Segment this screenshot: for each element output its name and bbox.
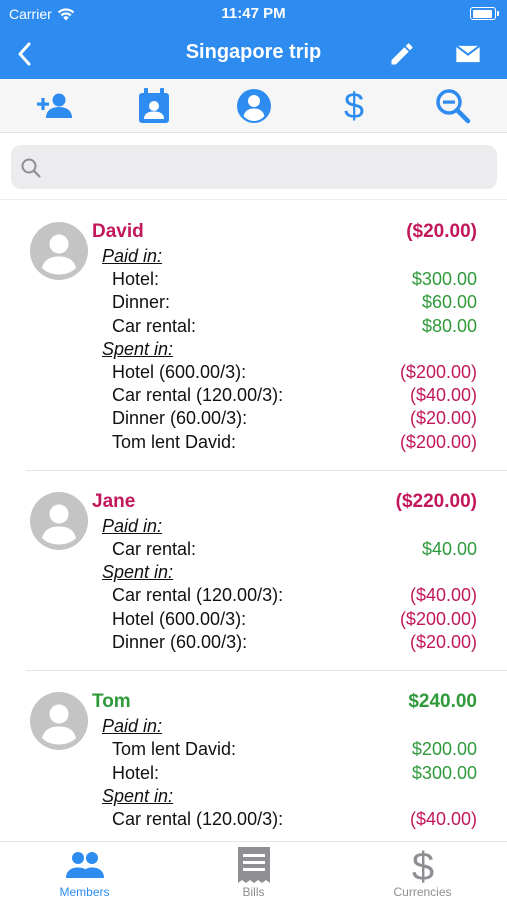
- paid-item-label: Hotel:: [112, 762, 160, 783]
- paid-item-amount: $300.00: [411, 269, 477, 289]
- member-list: David ($20.00) Paid in: Hotel: $300.00 Di…: [0, 201, 507, 841]
- paid-item-amount: $40.00: [421, 539, 477, 560]
- member-card[interactable]: Jane ($220.00) Paid in: Car rental: $40.0…: [26, 471, 507, 672]
- spent-row: Car rental (120.00/3): ($40.00): [112, 808, 477, 831]
- contact-calendar-icon: [139, 88, 169, 123]
- paid-item-amount: $60.00: [421, 292, 477, 313]
- member-card[interactable]: Tom $240.00 Paid in: Tom lent David: $200…: [26, 671, 507, 841]
- spent-item-amount: ($40.00): [409, 808, 477, 829]
- spent-item-label: Hotel (600.00/3):: [112, 608, 247, 629]
- add-member-button[interactable]: [34, 86, 74, 126]
- spent-item-label: Dinner (60.00/3):: [112, 408, 248, 429]
- paid-item-amount: $80.00: [421, 315, 477, 336]
- member-balance: $240.00: [408, 691, 477, 713]
- paid-row: Tom lent David: $200.00: [112, 738, 477, 761]
- tab-bar: Members Bills $ Currencies: [0, 841, 507, 900]
- spent-in-label: Spent in:: [102, 562, 174, 583]
- member-header: Jane ($220.00): [92, 491, 477, 515]
- nav-bar: Singapore trip: [0, 28, 507, 79]
- spent-item-label: Tom lent David:: [112, 431, 237, 452]
- spent-item-amount: ($20.00): [409, 631, 477, 652]
- spent-item-amount: ($200.00): [399, 431, 477, 452]
- spent-row: Dinner (60.00/3): ($20.00): [112, 407, 477, 430]
- svg-text:$: $: [411, 846, 433, 884]
- page-title: Singapore trip: [185, 41, 322, 63]
- paid-in-label: Paid in:: [102, 516, 163, 537]
- spent-item-amount: ($200.00): [399, 361, 477, 382]
- spent-row: Dinner (60.00/3): ($20.00): [112, 631, 477, 654]
- status-bar: Carrier 11:47 PM: [0, 0, 507, 28]
- tab-currencies[interactable]: $ Currencies: [338, 844, 507, 900]
- paid-row: Car rental: $80.00: [112, 315, 477, 338]
- search-bar: [0, 134, 507, 200]
- paid-item-label: Tom lent David:: [112, 739, 237, 760]
- search-input[interactable]: [11, 145, 497, 189]
- spent-in-label: Spent in:: [102, 785, 174, 806]
- spent-item-label: Car rental (120.00/3):: [112, 385, 284, 406]
- paid-item-label: Dinner:: [112, 292, 171, 313]
- status-time: 11:47 PM: [221, 5, 286, 22]
- tab-bills[interactable]: Bills: [169, 844, 338, 900]
- avatar-icon: [30, 222, 88, 280]
- spent-item-label: Hotel (600.00/3):: [112, 361, 247, 382]
- paid-item-label: Car rental:: [112, 315, 197, 336]
- spent-item-label: Car rental (120.00/3):: [112, 808, 284, 829]
- svg-text:$: $: [344, 87, 364, 125]
- spent-item-label: Dinner (60.00/3):: [112, 631, 248, 652]
- battery-icon: [470, 7, 499, 20]
- avatar-icon: [30, 492, 88, 551]
- zoom-out-button[interactable]: [433, 86, 473, 126]
- paid-row: Hotel: $300.00: [112, 762, 477, 785]
- member-name: David: [92, 221, 144, 242]
- spent-item-amount: ($20.00): [409, 408, 477, 429]
- spent-row: Hotel (600.00/3): ($200.00): [112, 361, 477, 384]
- member-name: Jane: [92, 491, 136, 513]
- tab-members[interactable]: Members: [0, 844, 169, 900]
- paid-row: Dinner: $60.00: [112, 291, 477, 314]
- paid-row: Hotel: $300.00: [112, 268, 477, 291]
- paid-item-label: Car rental:: [112, 539, 197, 560]
- search-icon: [21, 158, 41, 178]
- member-card[interactable]: David ($20.00) Paid in: Hotel: $300.00 Di…: [26, 201, 507, 472]
- account-circle-icon: [237, 89, 271, 123]
- paid-in-label: Paid in:: [102, 246, 163, 266]
- spent-row: Tom lent David: ($200.00): [112, 431, 477, 454]
- tab-bills-label: Bills: [242, 885, 265, 899]
- dollar-icon: $: [344, 87, 364, 125]
- spent-row: Car rental (120.00/3): ($40.00): [112, 584, 477, 607]
- action-toolbar: $: [0, 79, 507, 133]
- avatar-icon: [30, 692, 88, 751]
- tab-members-label: Members: [59, 885, 110, 899]
- bills-icon: [237, 847, 270, 883]
- zoom-out-icon: [436, 89, 471, 124]
- spent-item-label: Car rental (120.00/3):: [112, 585, 284, 606]
- spent-row: Car rental (120.00/3): ($40.00): [112, 384, 477, 407]
- member-header: Tom $240.00: [92, 691, 477, 715]
- tab-currencies-label: Currencies: [393, 885, 452, 899]
- spent-row: Hotel (600.00/3): ($200.00): [112, 608, 477, 631]
- member-name: Tom: [92, 691, 131, 713]
- member-header: David ($20.00): [92, 221, 477, 245]
- member-balance: ($220.00): [395, 491, 477, 513]
- battery-fill: [472, 9, 492, 18]
- member-card-button[interactable]: [134, 86, 174, 126]
- member-balance: ($20.00): [406, 221, 477, 242]
- paid-item-amount: $300.00: [411, 762, 477, 783]
- members-icon: [65, 852, 104, 878]
- spent-item-amount: ($40.00): [409, 585, 477, 606]
- currencies-icon: $: [411, 846, 433, 884]
- paid-item-amount: $200.00: [411, 739, 477, 760]
- spent-item-amount: ($200.00): [399, 608, 477, 629]
- person-add-icon: [37, 93, 72, 118]
- paid-in-label: Paid in:: [102, 716, 163, 737]
- paid-row: Car rental: $40.00: [112, 538, 477, 561]
- spent-item-amount: ($40.00): [409, 385, 477, 406]
- settle-money-button[interactable]: $: [334, 86, 374, 126]
- spent-in-label: Spent in:: [102, 338, 174, 359]
- edit-pencil-icon[interactable]: [388, 40, 416, 68]
- paid-item-label: Hotel:: [112, 269, 160, 289]
- mail-icon[interactable]: [454, 40, 482, 68]
- account-button[interactable]: [234, 86, 274, 126]
